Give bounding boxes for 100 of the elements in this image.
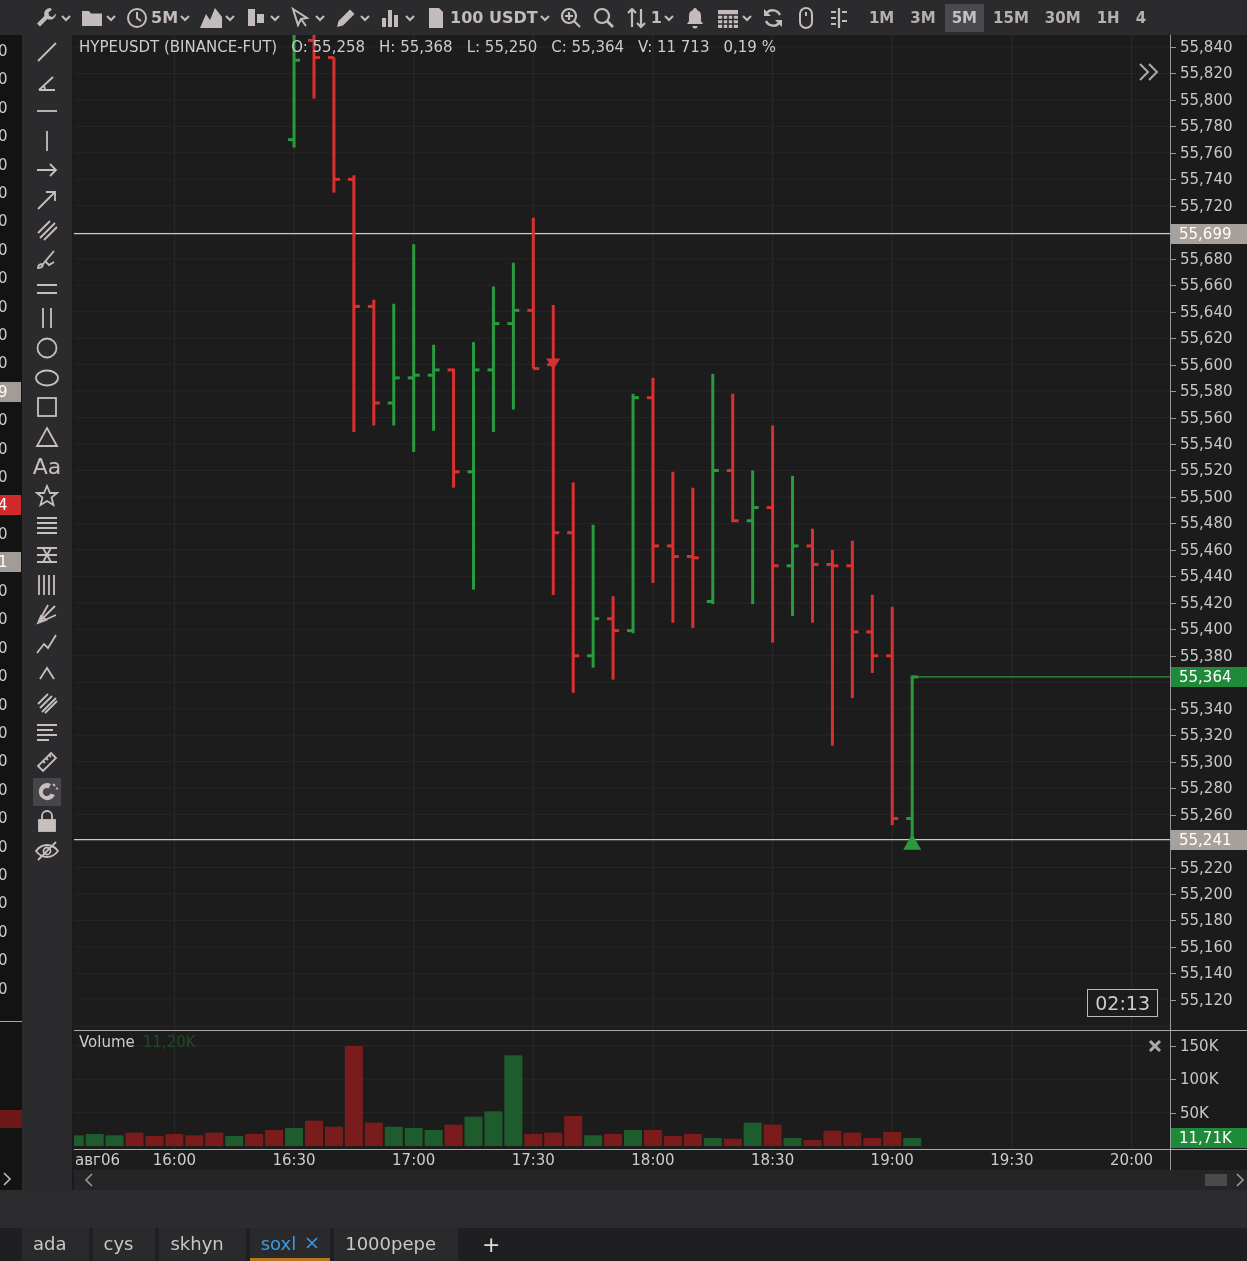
price-label: 55,260: [1171, 805, 1233, 824]
price-label: 55,380: [1171, 646, 1233, 665]
indicator-title: Volume: [79, 1033, 135, 1051]
volume-bar: [165, 1134, 184, 1146]
price-label: 55,440: [1171, 567, 1233, 586]
volume-label: 100K: [1171, 1070, 1219, 1089]
caret-icon: [405, 13, 416, 22]
symbol-tab[interactable]: 1000pepe: [334, 1228, 459, 1261]
zoom-in-icon: [558, 5, 583, 30]
caret-icon: [106, 13, 116, 22]
symbol-title: HYPEUSDT (BINANCE-FUT): [79, 38, 278, 56]
volume-label: 50K: [1171, 1103, 1209, 1122]
caret-icon: [315, 13, 326, 22]
chevron-right-icon[interactable]: [2, 1172, 12, 1186]
timeframe-button[interactable]: 1H: [1089, 3, 1127, 32]
price-label: 55,500: [1171, 487, 1233, 506]
clock-icon: [125, 5, 149, 30]
last-price-badge: 55,364: [1171, 666, 1247, 687]
price-label: 55,220: [1171, 858, 1233, 877]
price-label: 55,200: [1171, 884, 1233, 903]
interval-button[interactable]: 5M: [123, 2, 193, 33]
parallel-lines-icon[interactable]: [35, 217, 59, 242]
volume-bar: [245, 1134, 264, 1146]
ohlc-value: V: 11 713: [638, 38, 710, 56]
scroll-left-icon[interactable]: [84, 1173, 94, 1187]
price-label: 55,140: [1171, 964, 1233, 983]
price-label: 55,820: [1171, 64, 1233, 83]
time-label: 19:30: [989, 1151, 1035, 1169]
square-icon[interactable]: [35, 395, 59, 420]
order-size-button[interactable]: 100 USDT: [422, 2, 552, 33]
volume-bar: [145, 1136, 164, 1146]
scroll-right-icon[interactable]: [1235, 1173, 1245, 1187]
ohlc-value: L: 55,250: [466, 38, 538, 56]
time-label: 17:00: [391, 1151, 437, 1169]
symbol-tab[interactable]: skhyn: [159, 1228, 246, 1261]
ohlc-value: C: 55,364: [551, 38, 625, 56]
price-label: 55,600: [1171, 355, 1233, 374]
volume-bar: [185, 1135, 204, 1146]
sort-button[interactable]: 1: [622, 2, 676, 33]
price-label: 55,160: [1171, 937, 1233, 956]
level-price-badge: 55,699: [1171, 223, 1247, 244]
price-label: 55,720: [1171, 196, 1233, 215]
close-icon[interactable]: [306, 1237, 319, 1249]
search-icon: [591, 5, 616, 30]
symbol-tab[interactable]: ada: [22, 1228, 89, 1261]
price-label: 55,660: [1171, 276, 1233, 295]
time-label: 17:30: [510, 1151, 556, 1169]
timeframe-button[interactable]: 4: [1128, 3, 1154, 32]
volume-bar: [125, 1132, 144, 1146]
caret-icon: [741, 13, 752, 22]
price-label: 55,180: [1171, 911, 1233, 930]
price-label: 55,280: [1171, 779, 1233, 798]
volume-bar: [384, 1126, 403, 1146]
price-label: 55,300: [1171, 752, 1233, 771]
double-chevron-right-icon[interactable]: [1138, 62, 1160, 82]
price-label: 55,840: [1171, 38, 1233, 56]
circle-icon[interactable]: [35, 335, 59, 360]
close-icon[interactable]: [1148, 1039, 1162, 1053]
bar-countdown: 02:13: [1087, 989, 1158, 1017]
hatched-lines-icon[interactable]: [35, 691, 59, 716]
price-label: 55,320: [1171, 726, 1233, 745]
volume-bar: [624, 1130, 642, 1146]
volume-bar: [205, 1132, 224, 1146]
price-label: 55,560: [1171, 408, 1233, 427]
caret-icon: [663, 13, 674, 22]
add-tab-button[interactable]: +: [470, 1228, 513, 1261]
star-icon[interactable]: [35, 483, 59, 508]
lock-icon[interactable]: [35, 809, 59, 834]
caret-icon: [539, 13, 550, 22]
volume-bar: [105, 1135, 124, 1146]
triangle-icon[interactable]: [35, 424, 59, 449]
scrollbar-thumb[interactable]: [1205, 1174, 1227, 1186]
last-volume-badge: 11,71K: [1171, 1128, 1247, 1149]
caret-icon: [225, 13, 236, 22]
time-label: 18:30: [749, 1151, 796, 1169]
timeframe-button[interactable]: 3M: [903, 3, 943, 32]
ruler-icon[interactable]: [35, 750, 59, 775]
text-tool-button[interactable]: Aa: [33, 452, 61, 481]
time-label: 18:00: [630, 1151, 676, 1169]
timeframe-button[interactable]: 5M: [944, 3, 984, 32]
timeframe-button[interactable]: 30M: [1037, 3, 1088, 32]
volume-bar: [464, 1116, 483, 1146]
volume-label: 150K: [1171, 1037, 1219, 1055]
timeframe-button[interactable]: 15M: [986, 3, 1036, 32]
symbol-tab[interactable]: cys: [92, 1228, 156, 1261]
pitchfork-icon[interactable]: [35, 602, 59, 627]
price-label: 55,540: [1171, 435, 1233, 453]
symbol-tab[interactable]: soxl: [249, 1228, 331, 1261]
line-icon[interactable]: [35, 40, 59, 64]
price-label: 55,760: [1171, 143, 1233, 162]
timeframe-button[interactable]: 1M: [861, 3, 902, 32]
price-label: 55,120: [1171, 990, 1233, 1009]
caret-icon: [61, 13, 71, 22]
volume-bar: [424, 1130, 443, 1146]
caret-icon: [270, 13, 281, 22]
axis-label: 1: [0, 552, 21, 573]
down-triangle-icon: [546, 358, 561, 370]
caret-icon: [360, 13, 371, 22]
volume-bar: [225, 1136, 244, 1146]
price-label: 55,400: [1171, 620, 1233, 639]
